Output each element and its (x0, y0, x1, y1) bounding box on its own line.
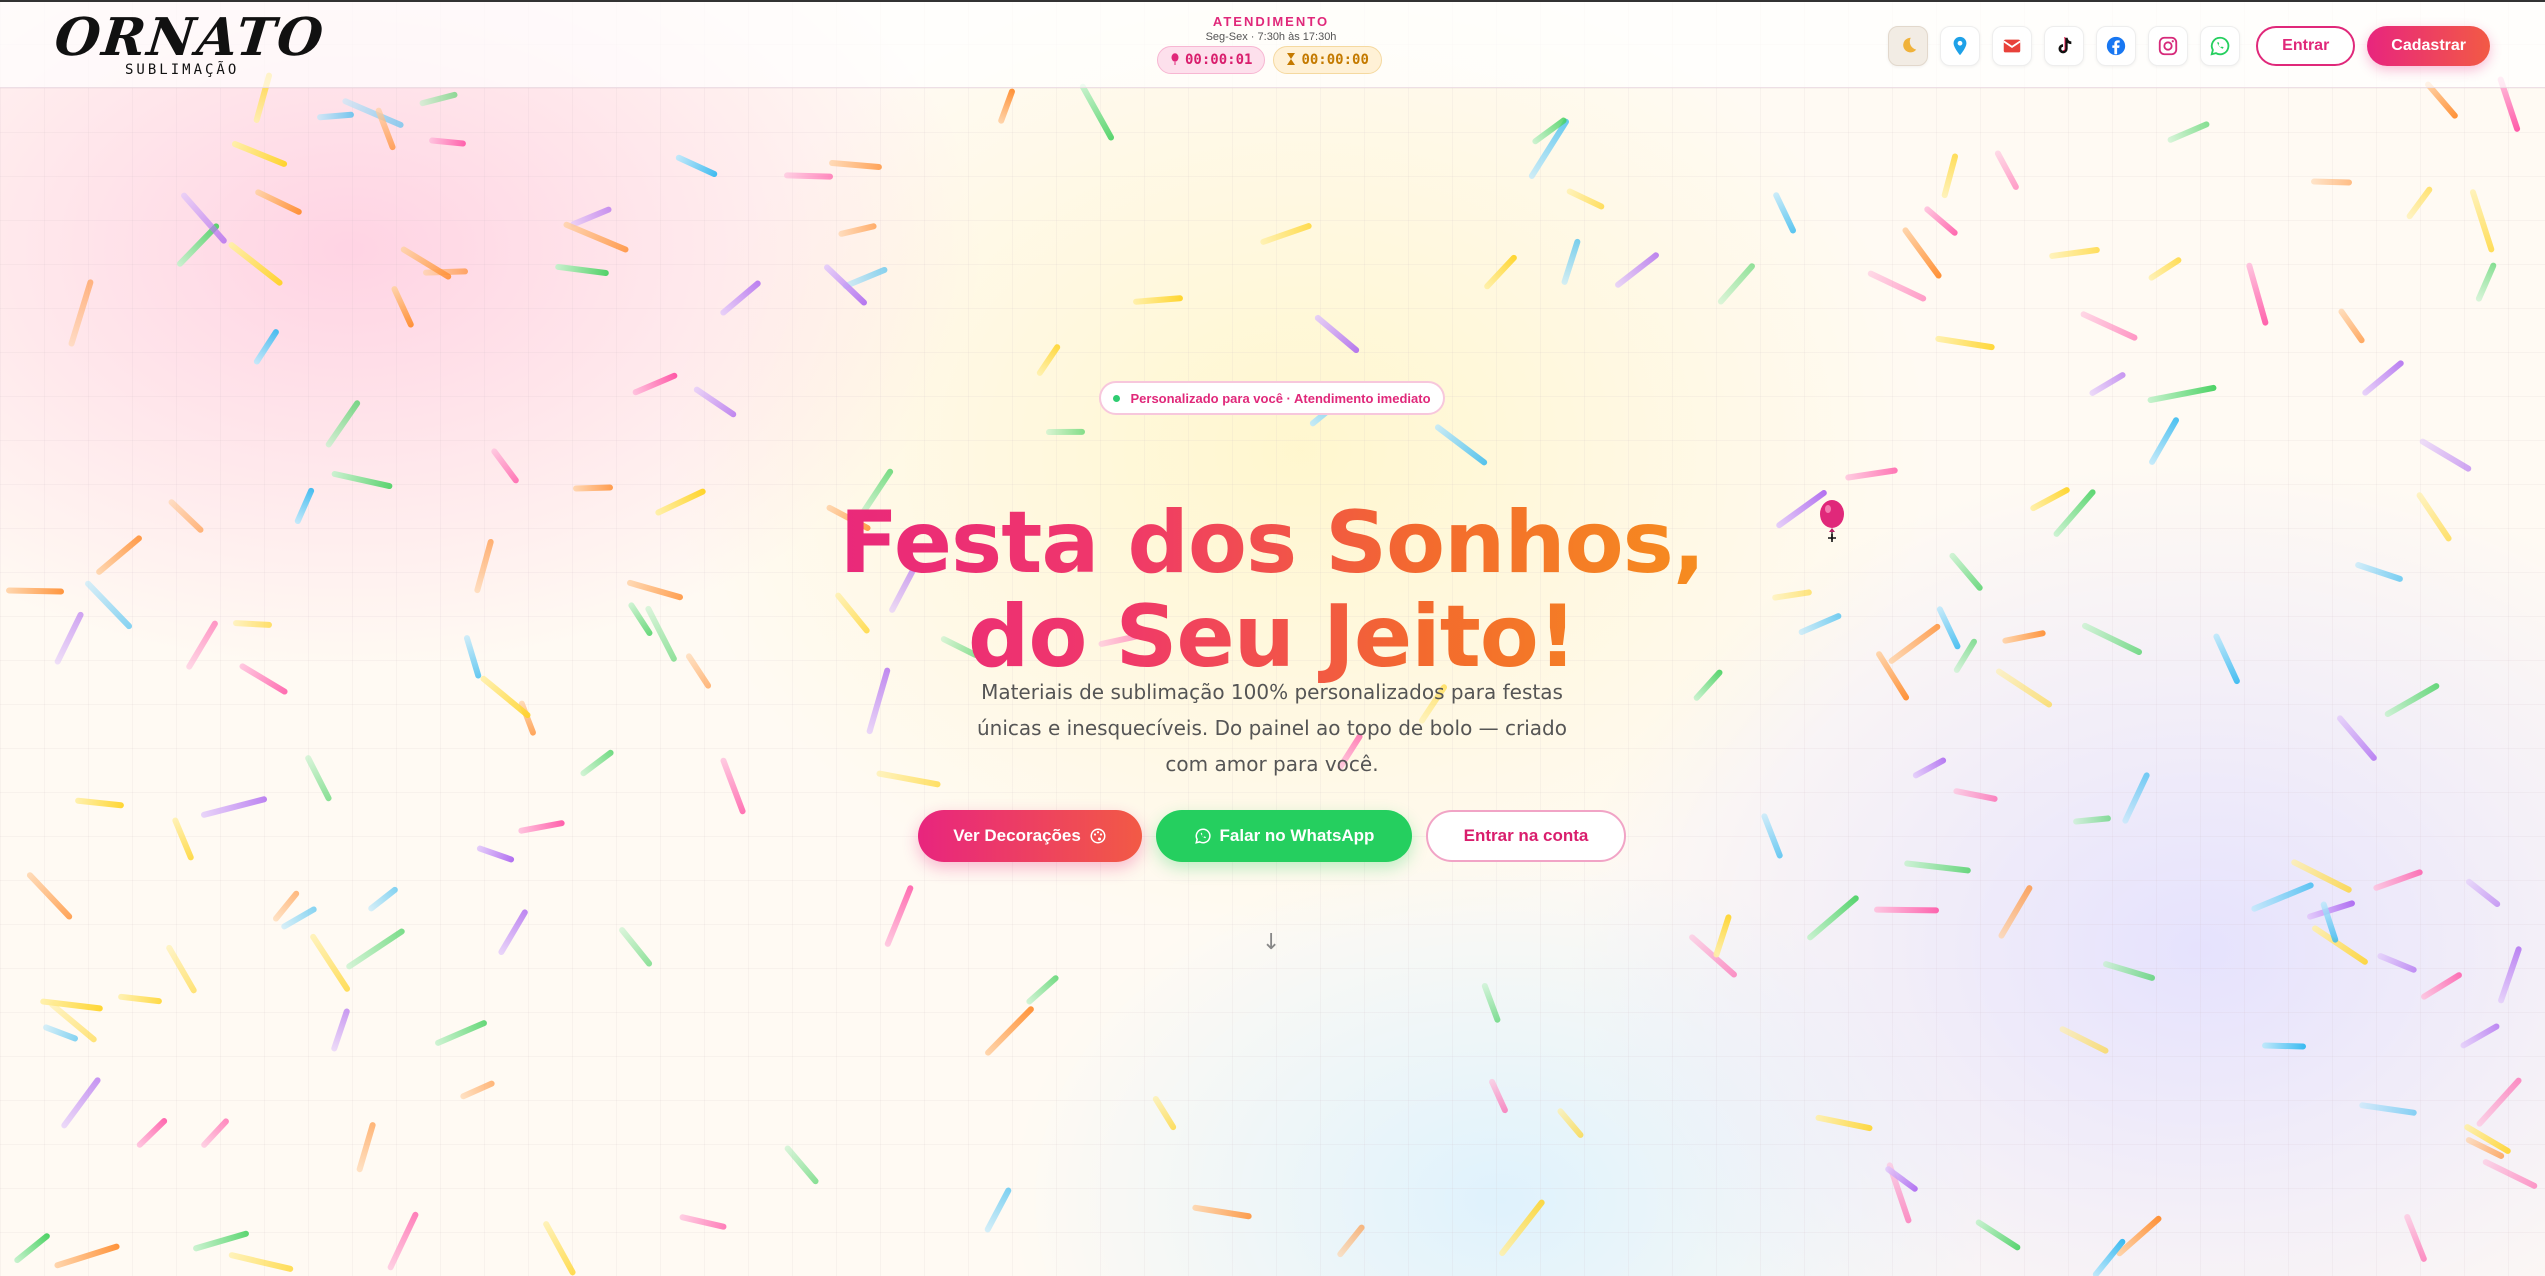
hero-section: Personalizado para você · Atendimento im… (0, 0, 2545, 1276)
balloon-icon (1820, 500, 1844, 542)
status-dot (1113, 394, 1121, 402)
view-decorations-button[interactable]: Ver Decorações (918, 810, 1142, 862)
site-header: ORNATO SUBLIMAÇÃO ATENDIMENTO Seg-Sex · … (0, 0, 2545, 88)
support-title: ATENDIMENTO (1212, 14, 1330, 29)
timer-wait: 00:00:00 (1273, 46, 1382, 74)
whatsapp-button[interactable] (2200, 26, 2241, 66)
whatsapp-icon (2210, 36, 2230, 56)
mail-icon (2003, 39, 2021, 53)
brand-logo[interactable]: ORNATO SUBLIMAÇÃO (52, 7, 328, 82)
timers: 00:00:01 00:00:00 (1157, 46, 1382, 74)
header-actions: Entrar Cadastrar (1888, 26, 2490, 66)
whatsapp-cta-label: Falar no WhatsApp (1219, 826, 1375, 845)
whatsapp-cta-button[interactable]: Falar no WhatsApp (1156, 810, 1412, 862)
moon-icon (1903, 37, 1917, 53)
view-decorations-label: Ver Decorações (953, 826, 1081, 845)
instagram-button[interactable] (2148, 26, 2189, 66)
hourglass-icon (1286, 52, 1296, 68)
support-hours: ATENDIMENTO Seg-Sex · 7:30h às 17:30h (1156, 14, 1386, 43)
signup-button[interactable]: Cadastrar (2367, 26, 2490, 66)
instagram-icon (2159, 36, 2178, 56)
hero-badge: Personalizado para você · Atendimento im… (1099, 381, 1445, 415)
hero-badge-text: Personalizado para você · Atendimento im… (1130, 390, 1431, 406)
email-button[interactable] (1992, 26, 2033, 66)
whatsapp-icon (1194, 828, 1211, 844)
hero-title-line-2: do Seu Jeito! (967, 586, 1577, 687)
map-pin-icon (1953, 36, 1967, 56)
hero-title-line-1: Festa dos Sonhos, (839, 492, 1705, 593)
timer-wait-value: 00:00:00 (1301, 52, 1369, 68)
tiktok-icon (2058, 37, 2072, 54)
timer-online-value: 00:00:01 (1185, 52, 1253, 68)
balloon-icon (1170, 52, 1180, 68)
timer-online: 00:00:01 (1157, 46, 1266, 74)
location-button[interactable] (1940, 26, 1981, 66)
login-button[interactable]: Entrar (2256, 26, 2356, 66)
theme-toggle-button[interactable] (1888, 26, 1929, 66)
hero-title: Festa dos Sonhos, do Seu Jeito! (772, 496, 1772, 684)
account-login-label: Entrar na conta (1463, 826, 1589, 845)
logo-subtitle: SUBLIMAÇÃO (125, 62, 240, 78)
logo-wordmark: ORNATO (51, 7, 328, 68)
hero-actions: Ver Decorações Falar no WhatsApp Entrar … (918, 810, 1626, 862)
facebook-button[interactable] (2096, 26, 2137, 66)
scroll-down-arrow[interactable]: ↓ (1262, 930, 1280, 955)
hero-subtitle: Materiais de sublimação 100% personaliza… (977, 680, 1567, 776)
palette-icon (1090, 828, 1106, 844)
facebook-icon (2107, 36, 2126, 56)
tiktok-button[interactable] (2044, 26, 2085, 66)
account-login-button[interactable]: Entrar na conta (1426, 810, 1626, 862)
support-hours-text: Seg-Sex · 7:30h às 17:30h (1205, 31, 1337, 43)
